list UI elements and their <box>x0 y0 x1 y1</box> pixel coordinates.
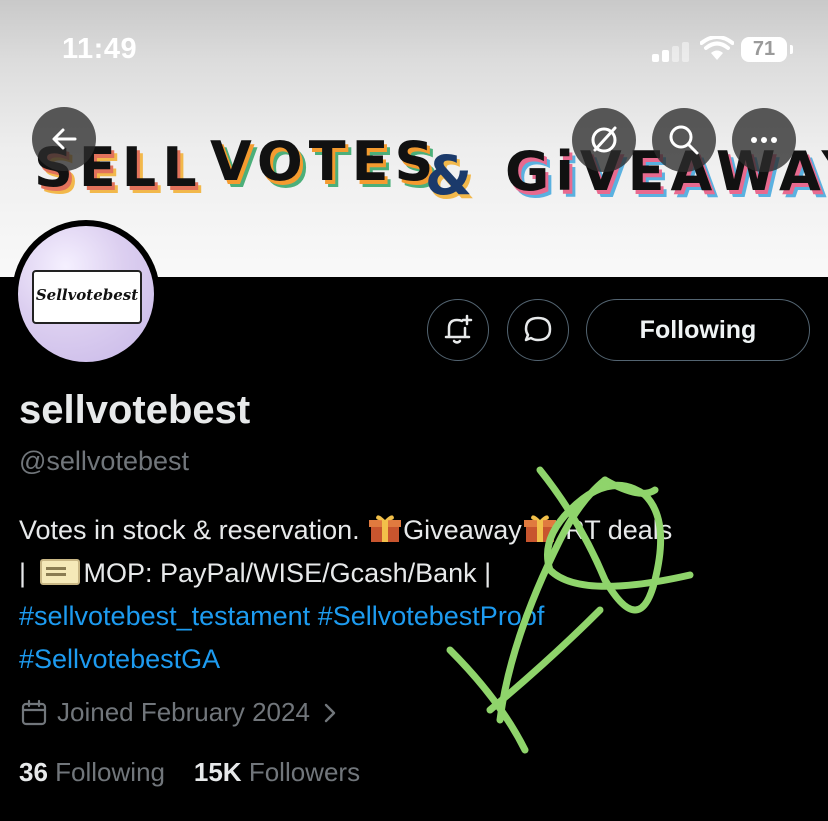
avatar-logo: Sellvotebest <box>26 264 142 324</box>
gift-emoji-icon <box>369 515 402 542</box>
cellular-signal-icon <box>652 40 692 62</box>
bio-text: Votes in stock & reservation. <box>19 515 368 545</box>
followers-stat[interactable]: 15K Followers <box>194 757 360 787</box>
hashtag-link[interactable]: #sellvotebest_testament <box>19 601 310 631</box>
credit-card-emoji-icon <box>39 559 80 585</box>
wifi-icon <box>700 36 734 60</box>
calendar-icon <box>21 699 47 725</box>
chevron-right-icon <box>324 703 336 722</box>
bio-text: Giveaway <box>403 515 522 545</box>
joined-date[interactable]: Joined February 2024 <box>19 697 340 728</box>
search-icon <box>669 125 699 155</box>
bio-line: Votes in stock & reservation. Giveaway R… <box>19 509 819 552</box>
following-label: Following <box>55 757 165 787</box>
status-bar: 11:49 71 <box>0 0 828 100</box>
banner-word: VOTES <box>210 130 440 193</box>
handle: @sellvotebest <box>19 446 189 476</box>
arrow-left-icon <box>52 128 77 150</box>
bio-text: RT deals <box>557 515 673 545</box>
status-time: 11:49 <box>62 33 138 65</box>
bell-plus-icon <box>444 314 473 344</box>
following-count: 36 <box>19 757 48 787</box>
avatar-logo-text: Sellvotebest <box>35 286 139 304</box>
following-button[interactable]: Following <box>586 299 810 361</box>
chat-bubble-icon <box>524 316 552 342</box>
battery-indicator: 71 <box>741 37 793 62</box>
display-name: sellvotebest <box>19 388 251 432</box>
followers-count: 15K <box>193 757 242 787</box>
notifications-button[interactable] <box>427 299 489 361</box>
back-button[interactable] <box>32 107 96 171</box>
followers-label: Followers <box>248 757 361 787</box>
avatar-image: Sellvotebest <box>18 226 154 362</box>
follow-stats: 36 Following 15K Followers <box>19 757 360 788</box>
avatar[interactable]: Sellvotebest <box>12 220 160 368</box>
bio-line: | MOP: PayPal/WISE/Gcash/Bank | <box>19 552 819 595</box>
grok-button[interactable] <box>572 108 636 172</box>
message-button[interactable] <box>507 299 569 361</box>
following-stat[interactable]: 36 Following <box>19 757 165 787</box>
bio-text: MOP: PayPal/WISE/Gcash/Bank | <box>83 558 492 588</box>
bio-line: #sellvotebest_testament #SellvotebestPro… <box>19 595 819 638</box>
hashtag-link[interactable]: #SellvotebestGA <box>19 644 220 674</box>
search-button[interactable] <box>652 108 716 172</box>
more-button[interactable] <box>732 108 796 172</box>
grok-icon <box>591 126 617 153</box>
gift-emoji-icon <box>523 515 556 542</box>
bio-text: | <box>19 558 34 588</box>
banner-word: & <box>425 144 479 207</box>
more-icon <box>751 137 777 143</box>
bio: Votes in stock & reservation. Giveaway R… <box>19 509 819 681</box>
bio-line: #SellvotebestGA <box>19 638 819 681</box>
hashtag-link[interactable]: #SellvotebestProof <box>318 601 545 631</box>
joined-text: Joined February 2024 <box>57 697 310 727</box>
